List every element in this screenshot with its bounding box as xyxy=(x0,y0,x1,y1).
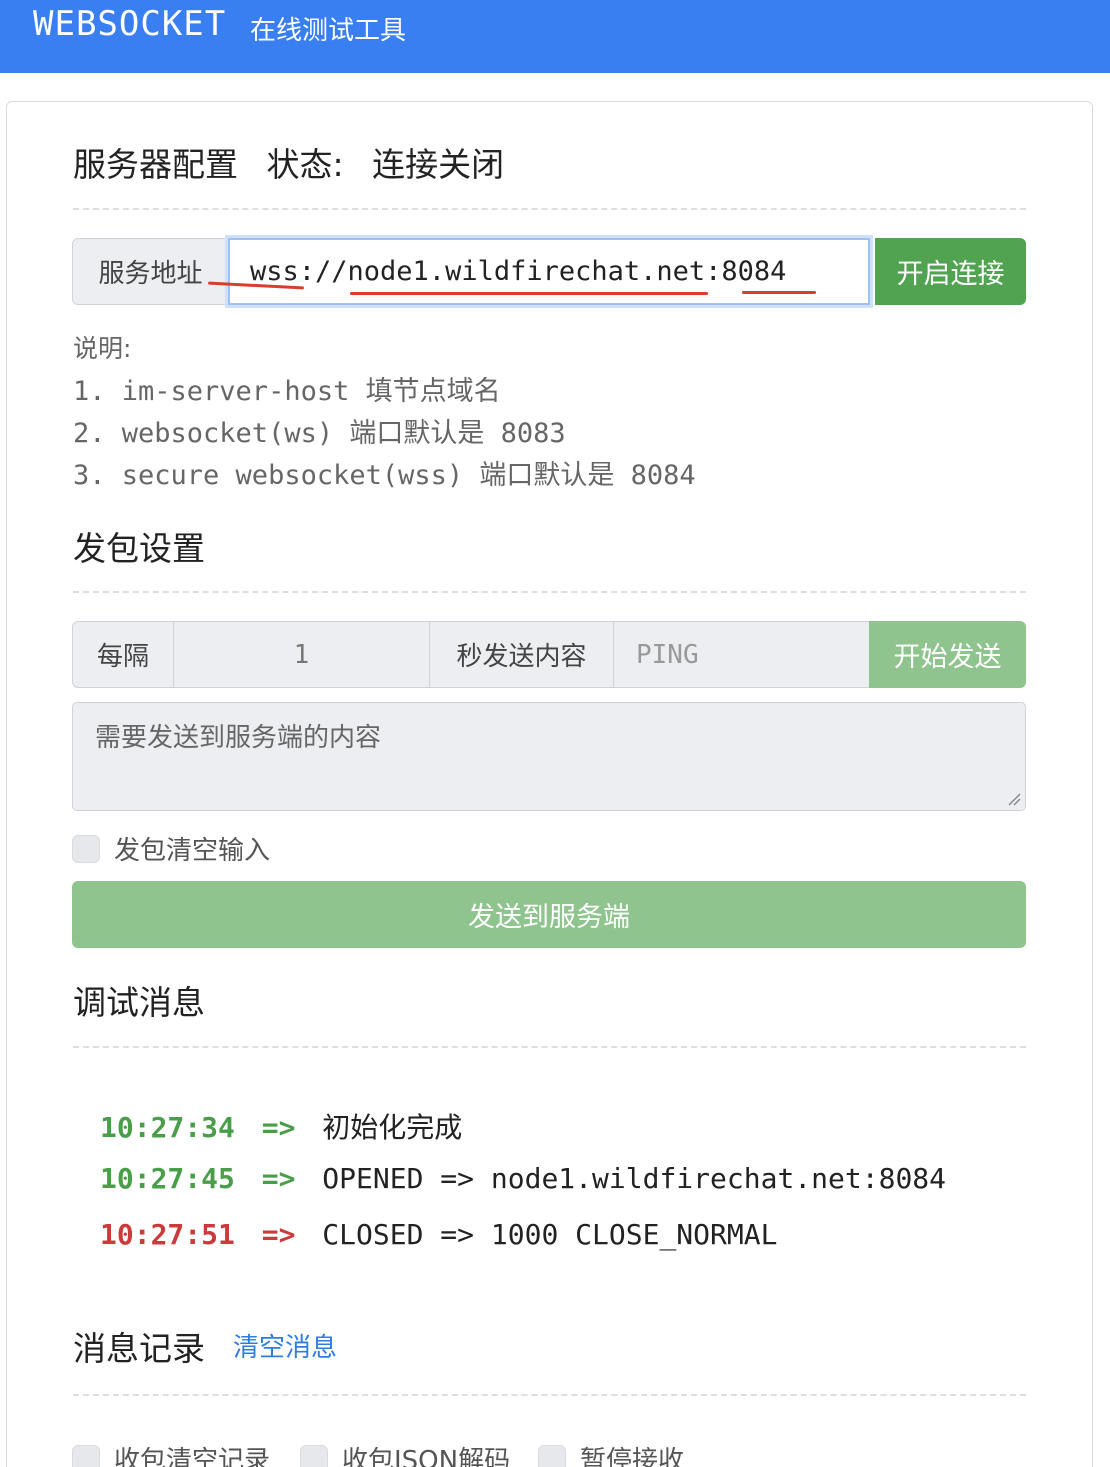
log-time: 10:27:45 xyxy=(100,1162,235,1195)
log-time: 10:27:34 xyxy=(100,1111,235,1144)
annotation-underline xyxy=(742,291,816,294)
every-label: 每隔 xyxy=(72,621,174,688)
send-settings-group: 每隔 1 秒发送内容 PING 开始发送 xyxy=(72,621,1026,688)
connect-button[interactable]: 开启连接 xyxy=(875,238,1026,305)
send-to-server-button[interactable]: 发送到服务端 xyxy=(72,881,1026,948)
divider xyxy=(73,1394,1026,1396)
records-option[interactable]: 收包JSON解码 xyxy=(300,1440,510,1467)
log-text: OPENED => node1.wildfirechat.net:8084 xyxy=(322,1162,947,1195)
divider xyxy=(73,208,1026,210)
log-arrow: => xyxy=(261,1218,296,1251)
clear-input-label: 发包清空输入 xyxy=(114,836,271,866)
log-text: 初始化完成 xyxy=(322,1111,463,1144)
note-line: 3. secure websocket(wss) 端口默认是 8084 xyxy=(73,460,696,491)
records-option-checkbox[interactable] xyxy=(72,1444,100,1467)
send-content-input[interactable]: PING xyxy=(613,621,870,688)
log-time: 10:27:51 xyxy=(100,1218,235,1251)
brand-title: WEBSOCKET xyxy=(33,4,227,44)
top-bar: WEBSOCKET 在线测试工具 xyxy=(0,0,1110,73)
log-line: 10:27:51 => CLOSED => 1000 CLOSE_NORMAL xyxy=(100,1218,777,1251)
log-line: 10:27:45 => OPENED => node1.wildfirechat… xyxy=(100,1162,946,1195)
records-option-label: 收包JSON解码 xyxy=(342,1446,511,1467)
status-label: 状态: xyxy=(266,145,344,184)
textarea-placeholder: 需要发送到服务端的内容 xyxy=(95,723,382,753)
send-content-label: 秒发送内容 xyxy=(429,621,614,688)
records-option-label: 暂停接收 xyxy=(580,1446,685,1467)
brand-subtitle: 在线测试工具 xyxy=(250,16,407,46)
message-textarea[interactable]: 需要发送到服务端的内容 xyxy=(72,702,1026,811)
status-value: 连接关闭 xyxy=(372,145,505,184)
server-address-label: 服务地址 xyxy=(72,238,229,305)
records-option[interactable]: 暂停接收 xyxy=(538,1440,684,1467)
resize-handle-icon[interactable] xyxy=(1007,792,1021,806)
note-title: 说明: xyxy=(73,334,132,363)
start-send-button[interactable]: 开始发送 xyxy=(869,621,1026,688)
records-option-label: 收包清空记录 xyxy=(114,1446,271,1467)
log-text: CLOSED => 1000 CLOSE_NORMAL xyxy=(322,1218,778,1251)
records-option[interactable]: 收包清空记录 xyxy=(72,1440,270,1467)
note-line: 1. im-server-host 填节点域名 xyxy=(73,376,501,407)
send-settings-title: 发包设置 xyxy=(73,529,205,568)
annotation-underline xyxy=(350,292,708,295)
divider xyxy=(73,591,1026,593)
records-option-checkbox[interactable] xyxy=(300,1444,328,1467)
message-records-title: 消息记录 xyxy=(73,1329,205,1368)
note-line: 2. websocket(ws) 端口默认是 8083 xyxy=(73,418,566,449)
log-arrow: => xyxy=(261,1111,296,1144)
log-arrow: => xyxy=(261,1162,296,1195)
divider xyxy=(73,1046,1026,1048)
server-config-title: 服务器配置 xyxy=(73,145,238,184)
interval-input[interactable]: 1 xyxy=(173,621,430,688)
server-config-heading: 服务器配置 状态: 连接关闭 xyxy=(73,138,504,186)
clear-messages-link[interactable]: 清空消息 xyxy=(233,1327,337,1364)
clear-input-option[interactable]: 发包清空输入 xyxy=(72,830,270,867)
debug-messages-title: 调试消息 xyxy=(73,983,205,1022)
log-line: 10:27:34 => 初始化完成 xyxy=(100,1106,462,1146)
server-address-value: wss://node1.wildfirechat.net:8084 xyxy=(250,256,787,287)
records-option-checkbox[interactable] xyxy=(538,1444,566,1467)
clear-input-checkbox[interactable] xyxy=(72,834,100,863)
